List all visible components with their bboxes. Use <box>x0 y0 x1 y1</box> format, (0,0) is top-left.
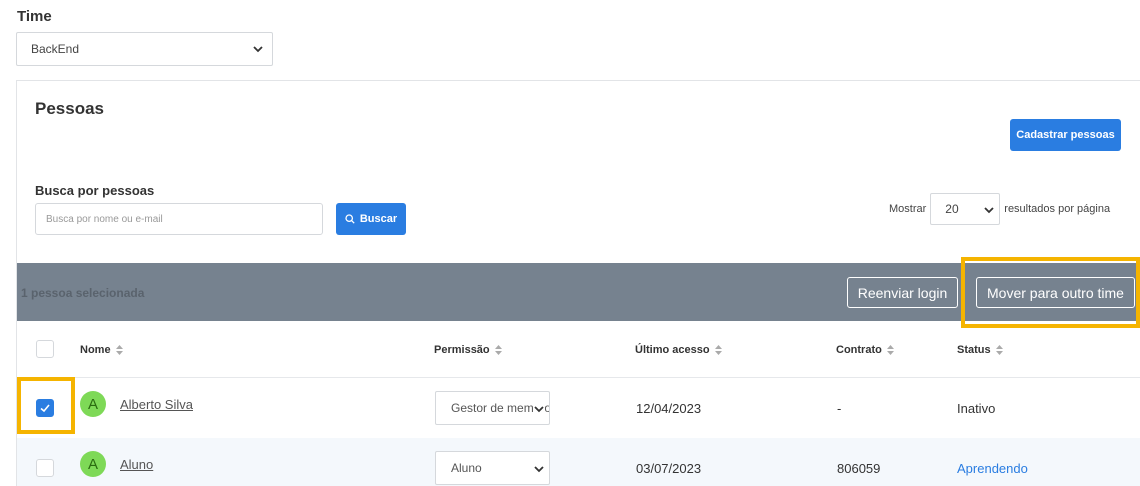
search-button-label: Buscar <box>359 213 398 225</box>
team-select[interactable]: BackEnd <box>16 32 273 66</box>
people-card: Pessoas Cadastrar pessoas Busca por pess… <box>16 80 1140 486</box>
team-select-value: BackEnd <box>31 42 80 56</box>
pagination-size: Mostrar 20 resultados por página <box>889 193 1110 225</box>
check-icon <box>40 404 50 413</box>
permission-select[interactable]: Gestor de membros <box>435 391 550 425</box>
permission-select[interactable]: Aluno <box>435 451 550 485</box>
sort-icon <box>115 345 123 355</box>
chevron-down-icon <box>984 207 994 214</box>
contract: 806059 <box>837 461 881 476</box>
table-row: A Alberto Silva Gestor de membros 12/04/… <box>17 378 1140 438</box>
contract: - <box>837 401 842 416</box>
register-people-button[interactable]: Cadastrar pessoas <box>1010 119 1121 151</box>
sort-icon <box>995 345 1003 355</box>
search-icon <box>345 214 355 224</box>
move-team-button[interactable]: Mover para outro time <box>976 277 1135 308</box>
row-checkbox[interactable] <box>36 459 54 477</box>
table-header: Nome Permissão Último acesso Contrato St… <box>17 321 1140 378</box>
show-suffix: resultados por página <box>1004 203 1111 215</box>
per-page-select[interactable]: 20 <box>930 193 1001 225</box>
resend-login-button[interactable]: Reenviar login <box>847 277 958 308</box>
column-header-name[interactable]: Nome <box>80 344 123 356</box>
search-label: Busca por pessoas <box>35 183 155 198</box>
selection-bar: 1 pessoa selecionada Reenviar login Move… <box>17 263 1140 321</box>
show-prefix: Mostrar <box>889 203 927 215</box>
column-header-permission[interactable]: Permissão <box>434 344 502 356</box>
status-text: Inativo <box>957 401 996 416</box>
row-checkbox[interactable] <box>36 399 54 417</box>
select-all-checkbox[interactable] <box>36 340 54 358</box>
page-title: Pessoas <box>35 99 104 118</box>
page: Time BackEnd Pessoas Cadastrar pessoas B… <box>0 0 1140 486</box>
column-header-contract[interactable]: Contrato <box>836 344 894 356</box>
team-label: Time <box>17 8 52 25</box>
search-input[interactable]: Busca por nome ou e-mail <box>35 203 323 235</box>
last-access: 03/07/2023 <box>636 461 702 476</box>
chevron-down-icon <box>253 46 263 53</box>
search-button[interactable]: Buscar <box>336 203 406 235</box>
column-header-last-access[interactable]: Último acesso <box>635 344 722 356</box>
status-link[interactable]: Aprendendo <box>957 461 1028 476</box>
sort-icon <box>714 345 722 355</box>
column-header-status[interactable]: Status <box>957 344 1003 356</box>
table-row: A Aluno Aluno 03/07/2023 806059 Aprenden… <box>17 438 1140 486</box>
chevron-down-icon <box>533 463 545 475</box>
person-name-link[interactable]: Aluno <box>120 457 153 472</box>
sort-icon <box>494 345 502 355</box>
sort-icon <box>886 345 894 355</box>
search-placeholder: Busca por nome ou e-mail <box>46 213 163 225</box>
last-access: 12/04/2023 <box>636 401 702 416</box>
per-page-value: 20 <box>945 202 959 216</box>
person-name-link[interactable]: Alberto Silva <box>120 397 193 412</box>
avatar: A <box>80 391 106 417</box>
avatar: A <box>80 451 106 477</box>
chevron-down-icon <box>533 403 545 415</box>
selection-count: 1 pessoa selecionada <box>21 286 145 300</box>
